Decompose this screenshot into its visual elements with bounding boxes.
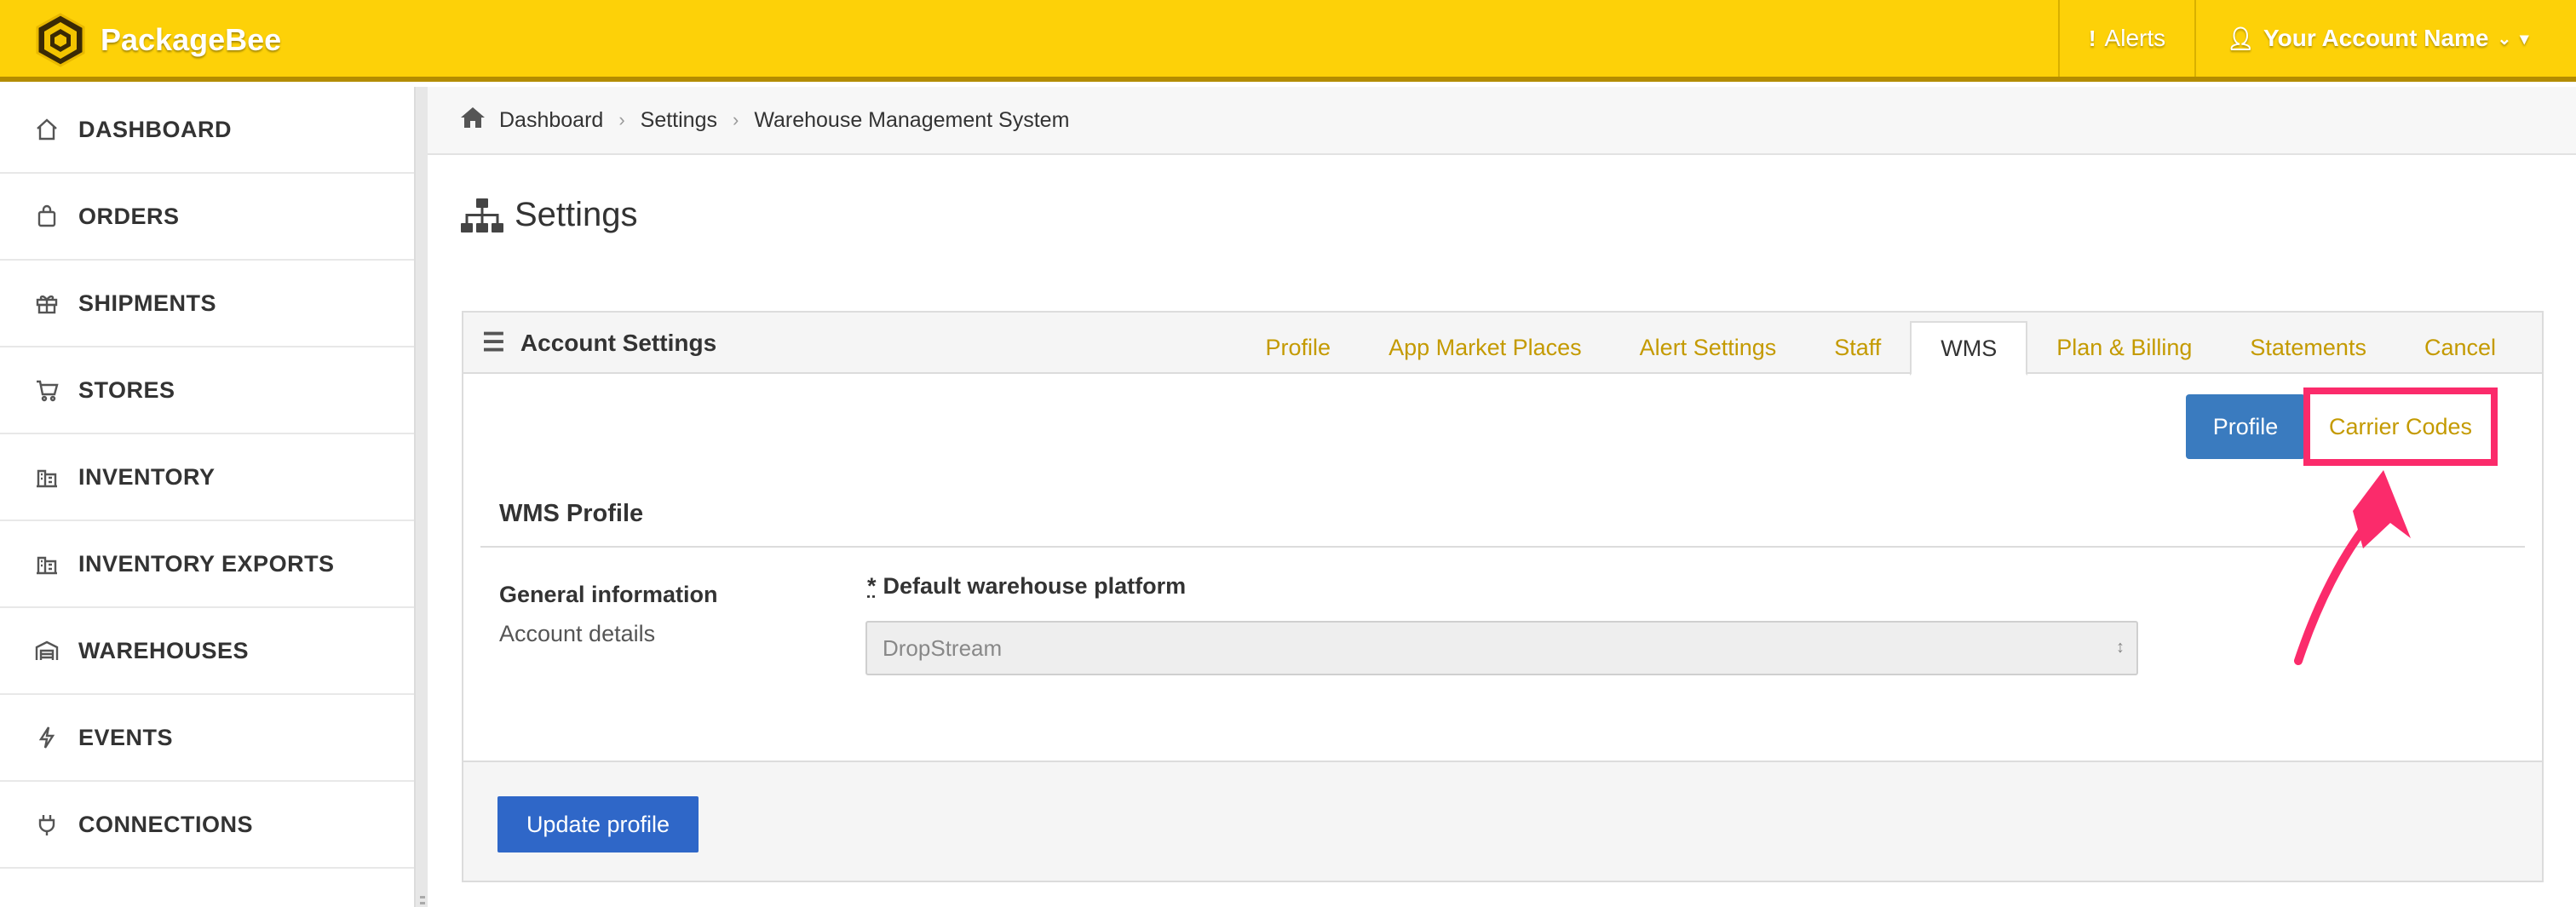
chevron-down-icon: ⌄ — [2498, 28, 2512, 49]
tab-alert-settings[interactable]: Alert Settings — [1611, 321, 1806, 374]
update-profile-button[interactable]: Update profile — [497, 796, 699, 852]
app-logo[interactable]: PackageBee — [32, 15, 281, 65]
sidebar-item-stores[interactable]: STORES — [0, 347, 414, 434]
sidebar-item-connections[interactable]: CONNECTIONS — [0, 782, 414, 869]
chevron-updown-icon: ↕ — [2116, 638, 2125, 657]
breadcrumb-dashboard[interactable]: Dashboard — [499, 108, 603, 133]
card-header: ☰ Account Settings Profile App Market Pl… — [463, 313, 2542, 374]
section-title: WMS Profile — [480, 500, 2525, 548]
sidebar-item-label: STORES — [78, 377, 175, 404]
wms-profile-button[interactable]: Profile — [2186, 394, 2305, 459]
sidebar-item-orders[interactable]: ORDERS — [0, 174, 414, 261]
sidebar-resize-handle[interactable] — [414, 87, 428, 907]
tab-staff[interactable]: Staff — [1805, 321, 1910, 374]
page-title-text: Settings — [515, 196, 638, 234]
menu-icon: ☰ — [482, 328, 505, 358]
breadcrumb: Dashboard › Settings › Warehouse Managem… — [428, 87, 2576, 155]
tab-plan-billing[interactable]: Plan & Billing — [2027, 321, 2221, 374]
building-icon — [32, 462, 61, 491]
card-footer: Update profile — [463, 761, 2542, 881]
account-details-label: Account details — [499, 621, 655, 647]
tab-app-market-places[interactable]: App Market Places — [1360, 321, 1611, 374]
annotation-arrow-icon — [2283, 460, 2419, 673]
required-marker: * — [867, 573, 877, 599]
select-value: DropStream — [883, 635, 1002, 662]
general-information-label: General information — [499, 582, 718, 608]
gift-icon — [32, 289, 61, 318]
home-icon[interactable] — [460, 106, 499, 135]
sidebar-item-label: ORDERS — [78, 204, 180, 230]
resize-grip-icon — [420, 896, 425, 907]
main-content: Dashboard › Settings › Warehouse Managem… — [428, 87, 2576, 907]
page-title: Settings — [460, 196, 638, 234]
bolt-icon — [32, 723, 61, 752]
sitemap-icon — [460, 197, 504, 234]
bag-icon — [32, 202, 61, 231]
tab-profile[interactable]: Profile — [1237, 321, 1360, 374]
top-nav: ! Alerts 👤︎ Your Account Name ⌄ ▾ — [2058, 0, 2576, 77]
sidebar: DASHBOARD ORDERS SHIPMENTS STORES INVENT… — [0, 87, 414, 907]
home-icon — [32, 115, 61, 144]
account-name: Your Account Name — [2263, 25, 2488, 52]
warehouse-platform-select[interactable]: DropStream ↕ — [865, 621, 2138, 675]
carrier-codes-button[interactable]: Carrier Codes — [2310, 394, 2491, 459]
field-label-text: Default warehouse platform — [883, 573, 1187, 599]
cart-icon — [32, 376, 61, 405]
sidebar-item-inventory[interactable]: INVENTORY — [0, 434, 414, 521]
user-icon: 👤︎ — [2227, 26, 2255, 52]
alerts-label: Alerts — [2105, 25, 2166, 52]
sidebar-item-label: DASHBOARD — [78, 117, 232, 143]
chevron-right-icon: › — [618, 109, 624, 131]
plug-icon — [32, 810, 61, 839]
account-menu[interactable]: 👤︎ Your Account Name ⌄ ▾ — [2194, 0, 2576, 77]
sidebar-item-inventory-exports[interactable]: INVENTORY EXPORTS — [0, 521, 414, 608]
settings-tabs: Profile App Market Places Alert Settings… — [1237, 321, 2525, 374]
logo-hexagon-icon — [32, 12, 89, 68]
breadcrumb-current: Warehouse Management System — [754, 108, 1069, 133]
exclamation-icon: ! — [2089, 26, 2096, 52]
account-settings-card: ☰ Account Settings Profile App Market Pl… — [462, 311, 2544, 882]
breadcrumb-settings[interactable]: Settings — [641, 108, 717, 133]
tab-wms[interactable]: WMS — [1910, 321, 2027, 376]
card-title-text: Account Settings — [520, 330, 716, 357]
app-name: PackageBee — [101, 22, 281, 58]
default-warehouse-platform-label: * Default warehouse platform — [867, 573, 1186, 600]
alerts-menu[interactable]: ! Alerts — [2058, 0, 2194, 77]
tab-cancel[interactable]: Cancel — [2395, 321, 2525, 374]
sidebar-item-label: CONNECTIONS — [78, 812, 253, 838]
tab-statements[interactable]: Statements — [2221, 321, 2395, 374]
sidebar-item-warehouses[interactable]: WAREHOUSES — [0, 608, 414, 695]
sidebar-item-label: EVENTS — [78, 725, 173, 751]
sidebar-item-dashboard[interactable]: DASHBOARD — [0, 87, 414, 174]
sidebar-item-label: SHIPMENTS — [78, 290, 216, 317]
sidebar-item-events[interactable]: EVENTS — [0, 695, 414, 782]
sidebar-item-label: INVENTORY EXPORTS — [78, 551, 335, 577]
warehouse-icon — [32, 636, 61, 665]
chevron-right-icon: › — [733, 109, 739, 131]
sidebar-item-label: INVENTORY — [78, 464, 216, 491]
building-icon — [32, 549, 61, 578]
sidebar-item-label: WAREHOUSES — [78, 638, 249, 664]
card-title: ☰ Account Settings — [482, 328, 716, 358]
sidebar-item-shipments[interactable]: SHIPMENTS — [0, 261, 414, 347]
caret-down-icon: ▾ — [2520, 28, 2528, 49]
top-bar: PackageBee ! Alerts 👤︎ Your Account Name… — [0, 0, 2576, 82]
